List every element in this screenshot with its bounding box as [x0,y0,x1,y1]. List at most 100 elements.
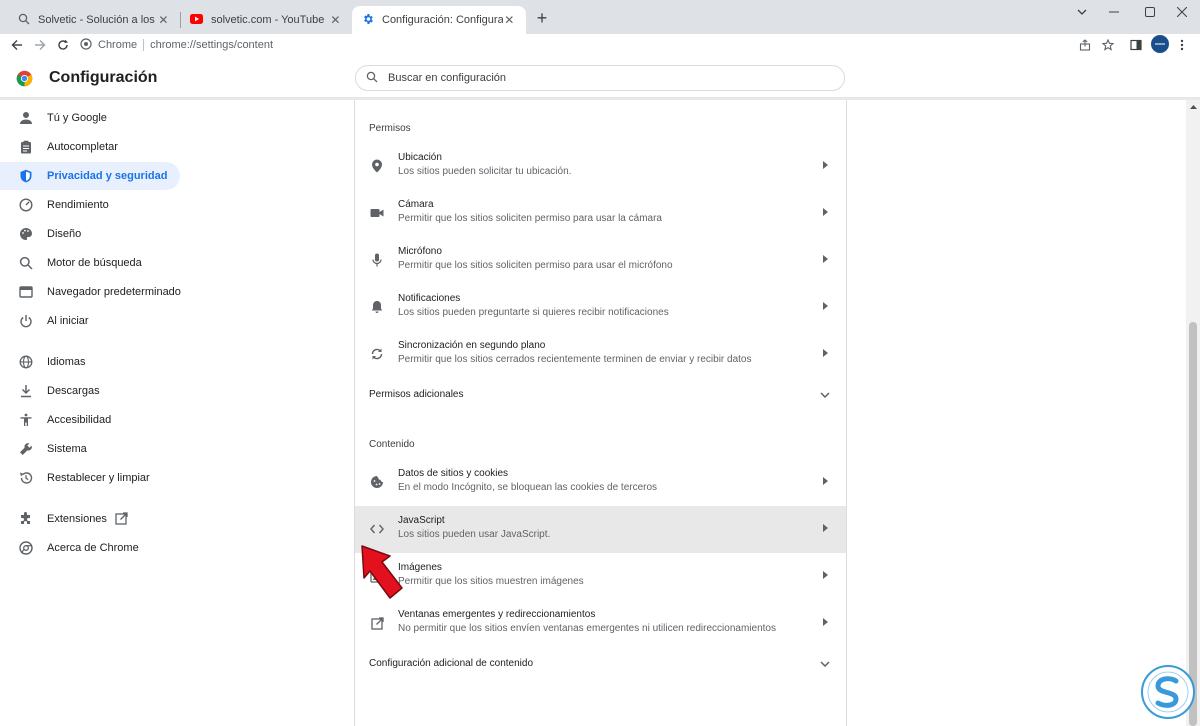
sidebar-item-diseno[interactable]: Diseño [0,220,180,248]
sidebar-item-restablecer[interactable]: Restablecer y limpiar [0,464,180,492]
sidebar-item-label: Navegador predeterminado [47,286,181,298]
open-in-new-icon [369,615,385,631]
row-subtitle: Permitir que los sitios muestren imágene… [398,576,584,587]
row-subtitle: Permitir que los sitios soliciten permis… [398,213,662,224]
sidebar-item-label: Diseño [47,228,82,240]
share-icon[interactable] [1076,36,1094,54]
search-input[interactable] [388,72,808,84]
sidebar-item-motor-busqueda[interactable]: Motor de búsqueda [0,249,180,277]
history-reset-icon [18,470,34,486]
row-camara[interactable]: Cámara Permitir que los sitios soliciten… [355,190,846,237]
reload-icon[interactable] [54,36,72,54]
chrome-site-icon [80,37,92,53]
row-javascript[interactable]: JavaScript Los sitios pueden usar JavaSc… [355,506,846,553]
maximize-icon[interactable] [1132,0,1168,24]
tab-close-icon[interactable]: ✕ [157,13,170,27]
scroll-up-arrow-icon[interactable] [1186,102,1200,112]
chevron-right-icon [819,616,831,628]
sidebar-item-label: Accesibilidad [47,414,112,426]
youtube-icon [190,13,203,27]
sidebar-item-privacidad[interactable]: Privacidad y seguridad [0,162,180,190]
forward-arrow-icon[interactable] [31,36,49,54]
side-panel-icon[interactable] [1127,36,1145,54]
sidebar-item-label: Sistema [47,443,87,455]
chrome-icon [18,540,34,556]
sync-icon [369,346,385,362]
permisos-adicionales-toggle[interactable]: Permisos adicionales [355,380,846,410]
row-ubicacion[interactable]: Ubicación Los sitios pueden solicitar tu… [355,143,846,190]
bell-icon [369,299,385,315]
tab-close-icon[interactable]: ✕ [503,13,516,27]
tab-solvetic[interactable]: Solvetic - Solución a los problem ✕ [8,6,180,34]
row-microfono[interactable]: Micrófono Permitir que los sitios solici… [355,237,846,284]
section-title-contenido: Contenido [369,439,415,450]
settings-gear-icon [362,13,374,28]
settings-search[interactable] [355,65,845,91]
more-menu-icon[interactable] [1173,36,1191,54]
chevron-right-icon [819,347,831,359]
sidebar-item-descargas[interactable]: Descargas [0,377,180,405]
sidebar-item-navegador-predeterminado[interactable]: Navegador predeterminado [0,278,181,306]
row-subtitle: En el modo Incógnito, se bloquean las co… [398,482,658,493]
chevron-right-icon [819,300,831,312]
sidebar-divider [0,497,190,498]
sidebar-item-tu-y-google[interactable]: Tú y Google [0,104,180,132]
sidebar-item-sistema[interactable]: Sistema [0,435,180,463]
back-arrow-icon[interactable] [8,36,26,54]
open-in-new-icon [115,512,128,528]
tab-close-icon[interactable]: ✕ [329,13,342,27]
row-title: Imágenes [398,562,442,573]
row-notificaciones[interactable]: Notificaciones Los sitios pueden pregunt… [355,284,846,331]
page-scrollbar[interactable] [1186,100,1200,726]
chevron-right-icon [819,569,831,581]
new-tab-plus-icon[interactable]: + [533,9,551,27]
sidebar-item-label: Descargas [47,385,100,397]
address-bar[interactable]: Chrome chrome://settings/content [80,34,1080,56]
tab-youtube[interactable]: solvetic.com - YouTube ✕ [180,6,352,34]
microphone-icon [369,252,385,268]
configuracion-adicional-toggle[interactable]: Configuración adicional de contenido [355,649,846,679]
tab-search-chevron-icon[interactable] [1064,0,1100,24]
sidebar-item-rendimiento[interactable]: Rendimiento [0,191,180,219]
row-ventanas-emergentes[interactable]: Ventanas emergentes y redireccionamiento… [355,600,846,647]
sidebar-item-extensiones[interactable]: Extensiones [0,505,180,533]
omnibox-url[interactable]: chrome://settings/content [150,39,273,51]
minimize-icon[interactable] [1096,0,1132,24]
sidebar: Tú y Google Autocompletar Privacidad y s… [0,100,190,726]
page-title: Configuración [49,69,158,86]
row-title: Ubicación [398,152,442,163]
row-title: JavaScript [398,515,445,526]
row-subtitle: Permitir que los sitios soliciten permis… [398,260,673,271]
row-title: Datos de sitios y cookies [398,468,509,479]
bookmark-star-icon[interactable] [1099,36,1117,54]
sidebar-item-acerca-de-chrome[interactable]: Acerca de Chrome [0,534,180,562]
puzzle-icon [18,511,34,527]
sidebar-item-al-iniciar[interactable]: Al iniciar [0,307,180,335]
browser-window-icon [18,284,34,300]
solvetic-logo-watermark [1141,665,1195,719]
sidebar-item-accesibilidad[interactable]: Accesibilidad [0,406,180,434]
accessibility-icon [18,412,34,428]
row-title: Ventanas emergentes y redireccionamiento… [398,609,596,620]
window-close-icon[interactable] [1164,0,1200,24]
profile-avatar[interactable] [1151,35,1169,53]
tab-title: solvetic.com - YouTube [211,14,325,26]
solvetic-search-icon [18,13,30,28]
row-imagenes[interactable]: Imágenes Permitir que los sitios muestre… [355,553,846,600]
sidebar-item-idiomas[interactable]: Idiomas [0,348,180,376]
row-subtitle: Los sitios pueden solicitar tu ubicación… [398,166,572,177]
section-title-permisos: Permisos [369,123,411,134]
chevron-right-icon [819,206,831,218]
sidebar-item-label: Restablecer y limpiar [47,472,150,484]
cookie-icon [369,474,385,490]
chevron-right-icon [819,522,831,534]
tab-settings[interactable]: Configuración: Configuración de ✕ [352,6,526,34]
sidebar-item-label: Al iniciar [47,315,89,327]
sidebar-item-autocompletar[interactable]: Autocompletar [0,133,180,161]
row-cookies[interactable]: Datos de sitios y cookies En el modo Inc… [355,459,846,506]
row-subtitle: Los sitios pueden preguntarte si quieres… [398,307,669,318]
row-subtitle: Los sitios pueden usar JavaScript. [398,529,551,540]
row-sincronizacion[interactable]: Sincronización en segundo plano Permitir… [355,331,846,378]
sidebar-item-label: Privacidad y seguridad [47,170,168,182]
person-icon [18,110,34,126]
